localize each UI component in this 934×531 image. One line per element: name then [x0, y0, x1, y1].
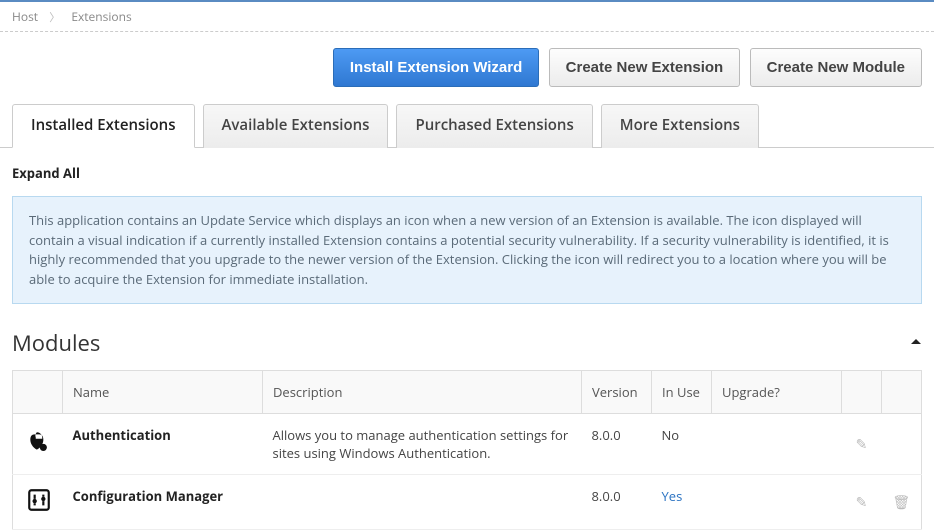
table-header-name: Name [63, 371, 263, 414]
module-upgrade [712, 475, 842, 530]
table-header-description: Description [263, 371, 582, 414]
table-header-icon [13, 371, 63, 414]
section-header: Modules [12, 328, 922, 358]
module-icon-cell [13, 414, 63, 475]
create-new-module-button[interactable]: Create New Module [750, 48, 922, 87]
module-inuse: No [652, 414, 712, 475]
table-header-edit [842, 371, 882, 414]
tab-more-extensions[interactable]: More Extensions [601, 104, 759, 148]
divider [0, 31, 934, 32]
authentication-icon [26, 429, 50, 453]
install-extension-wizard-button[interactable]: Install Extension Wizard [333, 48, 539, 87]
create-new-extension-button[interactable]: Create New Extension [549, 48, 741, 87]
delete-icon[interactable]: 🗑 [892, 493, 910, 512]
table-header-upgrade: Upgrade? [712, 371, 842, 414]
chevron-right-icon: 〉 [49, 10, 60, 25]
module-description [263, 475, 582, 530]
breadcrumb-current: Extensions [71, 8, 131, 25]
section-title: Modules [12, 328, 100, 358]
inuse-link[interactable]: Yes [662, 487, 683, 505]
module-upgrade [712, 414, 842, 475]
breadcrumb-root[interactable]: Host [12, 8, 38, 25]
breadcrumb: Host 〉 Extensions [0, 2, 934, 29]
tab-available-extensions[interactable]: Available Extensions [203, 104, 389, 148]
module-inuse: Yes [652, 475, 712, 530]
module-name: Configuration Manager [63, 475, 263, 530]
module-version: 8.0.0 [582, 475, 652, 530]
table-header-inuse: In Use [652, 371, 712, 414]
table-row: Authentication Allows you to manage auth… [13, 414, 922, 475]
module-version: 8.0.0 [582, 414, 652, 475]
table-row: Configuration Manager 8.0.0 Yes ✎ 🗑 [13, 475, 922, 530]
modules-table: Name Description Version In Use Upgrade?… [12, 370, 922, 530]
configuration-manager-icon [26, 487, 50, 511]
action-bar: Install Extension Wizard Create New Exte… [0, 48, 934, 103]
module-description: Allows you to manage authentication sett… [263, 414, 582, 475]
info-box: This application contains an Update Serv… [12, 196, 922, 304]
collapse-icon[interactable] [910, 334, 922, 353]
edit-icon[interactable]: ✎ [856, 435, 868, 454]
expand-all-link[interactable]: Expand All [12, 164, 80, 182]
table-header-delete [882, 371, 922, 414]
tab-purchased-extensions[interactable]: Purchased Extensions [396, 104, 592, 148]
module-icon-cell [13, 475, 63, 530]
tabs: Installed Extensions Available Extension… [0, 103, 934, 148]
table-header-version: Version [582, 371, 652, 414]
edit-icon[interactable]: ✎ [856, 493, 868, 512]
module-name: Authentication [63, 414, 263, 475]
tab-installed-extensions[interactable]: Installed Extensions [12, 104, 195, 148]
